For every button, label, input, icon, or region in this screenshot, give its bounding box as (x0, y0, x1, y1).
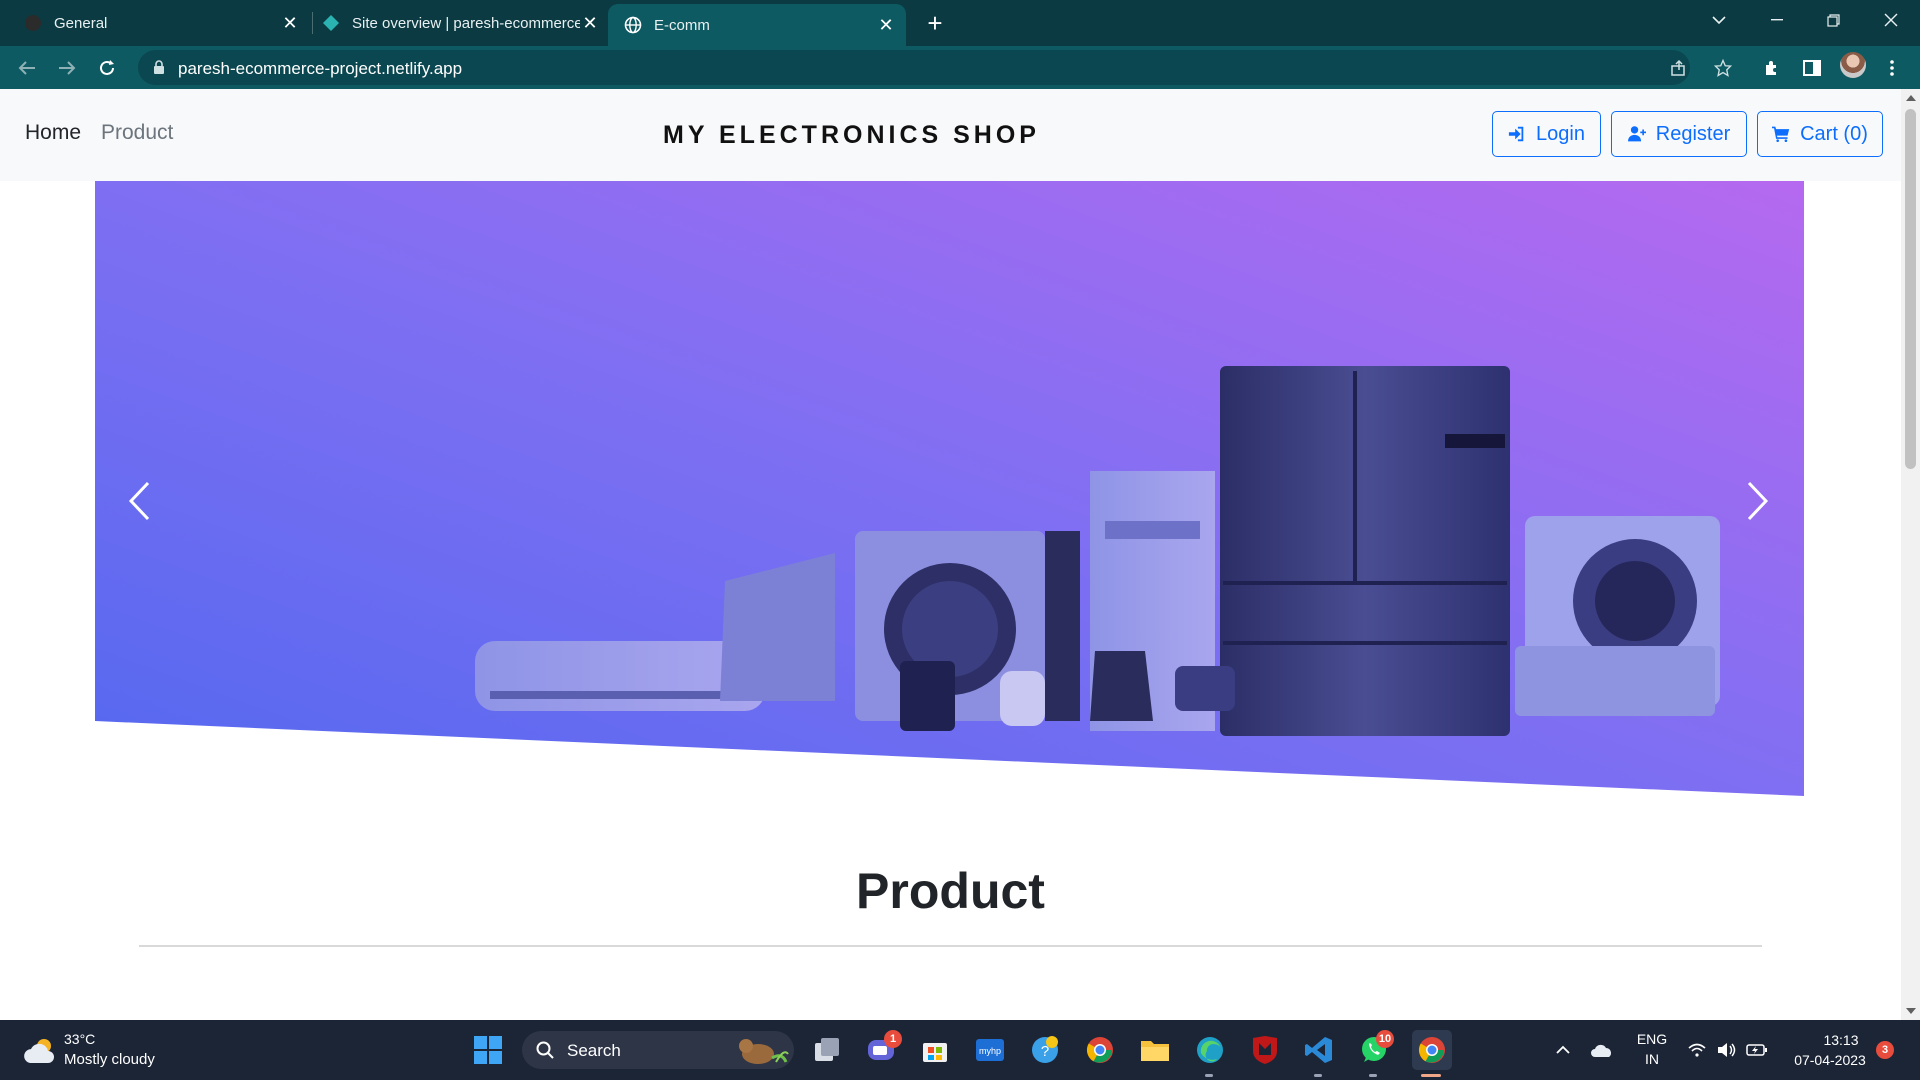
restore-icon[interactable] (1808, 0, 1858, 40)
chrome-icon[interactable] (1083, 1033, 1117, 1067)
site-brand[interactable]: MY ELECTRONICS SHOP (663, 121, 1040, 150)
menu-icon[interactable] (1880, 56, 1904, 80)
wifi-icon[interactable] (1680, 1033, 1714, 1067)
beaver-illustration-icon (739, 1039, 789, 1064)
back-icon[interactable] (11, 52, 43, 84)
section-divider (139, 945, 1762, 947)
close-tab-icon[interactable]: ✕ (280, 13, 300, 33)
tab-title: E-comm (654, 16, 710, 34)
tab-search-icon[interactable] (1694, 0, 1744, 40)
close-tab-icon[interactable]: ✕ (580, 13, 600, 33)
url-text: paresh-ecommerce-project.netlify.app (178, 59, 463, 78)
address-bar[interactable]: paresh-ecommerce-project.netlify.app (138, 50, 1732, 85)
battery-icon[interactable] (1740, 1033, 1774, 1067)
user-plus-icon (1627, 126, 1646, 142)
weather-description[interactable]: Mostly cloudy (64, 1051, 155, 1068)
mcafee-icon[interactable] (1248, 1033, 1282, 1067)
carousel-prev-icon[interactable] (120, 471, 160, 531)
search-label: Search (567, 1041, 621, 1060)
hero-appliances-image (95, 181, 1804, 806)
tab-title: General (54, 14, 108, 32)
share-icon[interactable] (1668, 57, 1690, 79)
file-explorer-icon[interactable] (1138, 1033, 1172, 1067)
netlify-icon (322, 14, 340, 32)
svg-text:?: ? (1041, 1043, 1049, 1060)
scroll-up-icon[interactable] (1906, 95, 1916, 101)
clock-date[interactable]: 07-04-2023 (1782, 1052, 1878, 1068)
profile-avatar[interactable] (1840, 52, 1866, 78)
minimize-icon[interactable] (1752, 0, 1802, 40)
page-viewport: Home Product MY ELECTRONICS SHOP Login R… (0, 89, 1901, 1020)
edge-icon[interactable] (1193, 1033, 1227, 1067)
hp-support-icon[interactable]: ? (1028, 1033, 1062, 1067)
nav-link-home[interactable]: Home (25, 121, 81, 145)
whatsapp-badge: 10 (1376, 1030, 1394, 1048)
vscode-running-indicator (1314, 1074, 1322, 1077)
page-scrollbar[interactable] (1901, 89, 1920, 1020)
bookmark-star-icon[interactable] (1712, 57, 1734, 79)
register-button[interactable]: Register (1611, 111, 1747, 157)
new-tab-button[interactable]: + (920, 8, 950, 38)
extensions-icon[interactable] (1760, 56, 1784, 80)
login-label: Login (1536, 122, 1585, 145)
close-window-icon[interactable] (1866, 0, 1916, 40)
clock-time[interactable]: 13:13 (1808, 1032, 1874, 1048)
lock-icon (152, 59, 168, 75)
whatsapp-running-indicator (1369, 1074, 1377, 1077)
tab-separator (312, 12, 313, 34)
login-button[interactable]: Login (1492, 111, 1601, 157)
teams-badge: 1 (884, 1030, 902, 1048)
register-label: Register (1655, 122, 1731, 145)
cart-label: Cart (0) (1800, 122, 1868, 145)
language-indicator[interactable]: ENG (1634, 1031, 1670, 1047)
windows-taskbar: 33°C Mostly cloudy Search 1 myhp ? 10 EN… (0, 1020, 1920, 1080)
scrollbar-thumb[interactable] (1905, 109, 1916, 469)
browser-tab-strip: General ✕ Site overview | paresh-ecommer… (0, 0, 1920, 46)
volume-icon[interactable] (1710, 1033, 1744, 1067)
task-view-icon[interactable] (810, 1033, 844, 1067)
tab-e-comm[interactable]: E-comm ✕ (608, 4, 906, 46)
show-hidden-icons-icon[interactable] (1546, 1033, 1580, 1067)
chrome-active-icon[interactable] (1412, 1030, 1452, 1070)
carousel-next-icon[interactable] (1737, 471, 1777, 531)
vscode-icon[interactable] (1302, 1033, 1336, 1067)
close-tab-icon[interactable]: ✕ (876, 15, 896, 35)
side-panel-icon[interactable] (1800, 56, 1824, 80)
sign-in-icon (1508, 126, 1524, 142)
reload-icon[interactable] (91, 52, 123, 84)
onedrive-icon[interactable] (1585, 1033, 1619, 1067)
cart-button[interactable]: Cart (0) (1757, 111, 1883, 157)
scroll-down-icon[interactable] (1906, 1008, 1916, 1014)
forward-icon[interactable] (51, 52, 83, 84)
notification-badge[interactable]: 3 (1876, 1041, 1894, 1059)
site-navbar: Home Product MY ELECTRONICS SHOP Login R… (0, 89, 1901, 181)
region-indicator[interactable]: IN (1634, 1051, 1670, 1067)
tab-general[interactable]: General ✕ (24, 0, 300, 46)
chrome-active-indicator (1421, 1074, 1441, 1077)
nav-link-product[interactable]: Product (101, 121, 173, 145)
globe-icon (624, 16, 642, 34)
svg-text:myhp: myhp (979, 1046, 1001, 1056)
browser-toolbar: paresh-ecommerce-project.netlify.app (0, 46, 1920, 89)
hero-carousel (95, 181, 1804, 806)
weather-cloud-icon[interactable] (22, 1034, 56, 1068)
tab-title: Site overview | paresh-ecommerce (352, 14, 580, 32)
github-icon (24, 14, 42, 32)
weather-temperature[interactable]: 33°C (64, 1031, 95, 1047)
taskbar-search[interactable]: Search (522, 1031, 794, 1069)
tab-site-overview[interactable]: Site overview | paresh-ecommerce ✕ (322, 0, 600, 46)
edge-running-indicator (1205, 1074, 1213, 1077)
search-icon (536, 1041, 554, 1059)
section-title: Product (856, 863, 1045, 919)
microsoft-store-icon[interactable] (918, 1033, 952, 1067)
myhp-icon[interactable]: myhp (973, 1033, 1007, 1067)
cart-icon (1772, 126, 1790, 143)
windows-start-icon[interactable] (471, 1033, 505, 1067)
